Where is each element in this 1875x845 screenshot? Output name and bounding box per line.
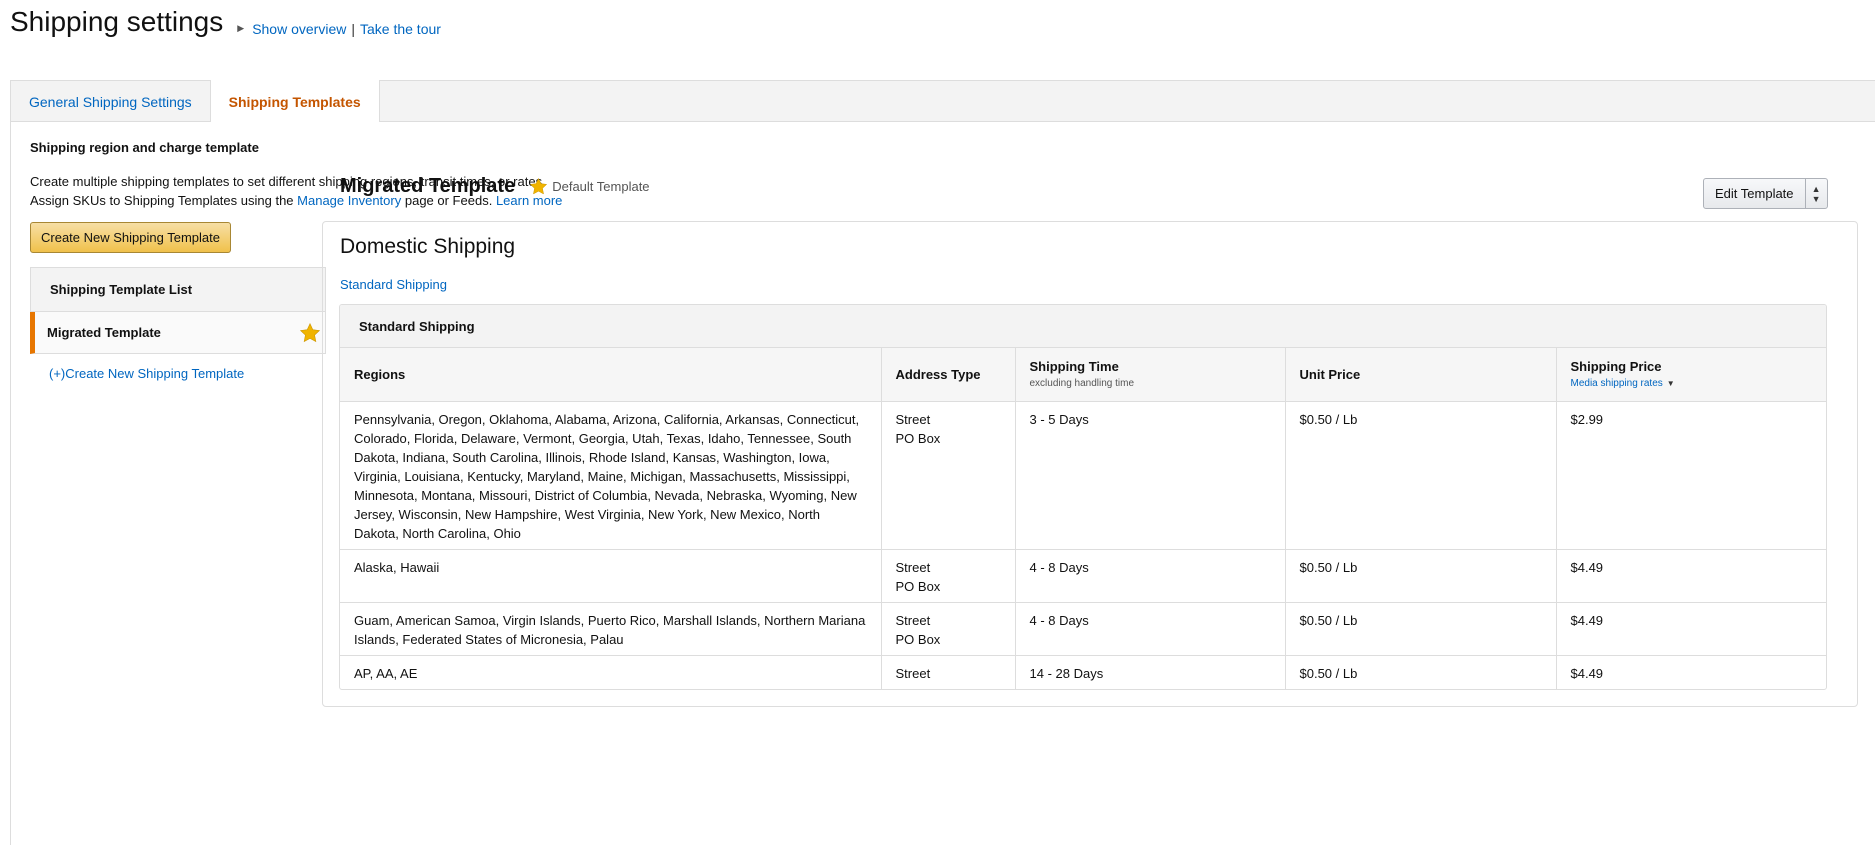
cell-shipping-price: $4.49 xyxy=(1570,665,1604,681)
cell-shipping-price: $2.99 xyxy=(1556,401,1826,550)
caret-down-icon: ▼ xyxy=(1666,379,1675,389)
cell-shipping-time: 4 - 8 Days xyxy=(1015,602,1286,656)
template-title: Migrated Template xyxy=(340,175,516,197)
cell-regions: Alaska, Hawaii xyxy=(340,549,882,603)
cell-address-type: Street PO Box xyxy=(881,549,1016,603)
star-icon xyxy=(299,322,321,342)
cell-shipping-price: $4.49 xyxy=(1556,549,1826,603)
column-header-shipping-price: Shipping Price Media shipping rates ▼ xyxy=(1556,348,1826,402)
template-list-sidebar: Shipping Template List Migrated Template… xyxy=(30,267,326,381)
link-separator: | xyxy=(351,20,355,37)
star-icon xyxy=(530,177,548,195)
domestic-shipping-title: Domestic Shipping xyxy=(340,235,516,258)
sidebar-item-migrated-template[interactable]: Migrated Template xyxy=(30,312,326,354)
cell-unit-price: $0.50 / Lb xyxy=(1285,655,1557,689)
standard-shipping-link[interactable]: Standard Shipping xyxy=(340,277,447,292)
table-caption: Standard Shipping xyxy=(340,305,1826,348)
create-new-template-button[interactable]: Create New Shipping Template xyxy=(30,222,231,253)
cell-regions: Guam, American Samoa, Virgin Islands, Pu… xyxy=(340,602,882,656)
tab-shipping-templates[interactable]: Shipping Templates xyxy=(209,80,380,123)
updown-arrow-icon[interactable]: ▲ ▼ xyxy=(1804,179,1827,208)
shipping-price-header-label: Shipping Price xyxy=(1570,359,1662,375)
shipping-time-header-label: Shipping Time xyxy=(1029,359,1119,375)
table-row: Alaska, Hawaii Street PO Box 4 - 8 Days $… xyxy=(340,549,1826,603)
media-shipping-rates-label: Media shipping rates xyxy=(1570,378,1663,390)
cell-shipping-price: $4.49 xyxy=(1556,602,1826,656)
address-po-box: PO Box xyxy=(895,578,941,594)
cell-regions: Pennsylvania, Oregon, Oklahoma, Alabama,… xyxy=(340,401,882,550)
take-tour-link[interactable]: Take the tour xyxy=(360,21,441,37)
edit-template-button-group: Edit Template ▲ ▼ xyxy=(1703,178,1828,209)
address-type-header-label: Address Type xyxy=(895,366,981,382)
address-street: Street xyxy=(895,411,931,427)
column-header-unit-price: Unit Price xyxy=(1285,348,1557,402)
address-po-box: PO Box xyxy=(895,430,941,446)
intro-line-2-prefix: Assign SKUs to Shipping Templates using … xyxy=(30,193,294,208)
default-template-badge: Default Template xyxy=(529,177,650,196)
triangle-right-icon: ▶ xyxy=(237,23,245,33)
cell-shipping-time: 4 - 8 Days xyxy=(1015,549,1286,603)
template-list-header: Shipping Template List xyxy=(30,267,326,312)
tab-general-shipping-settings[interactable]: General Shipping Settings xyxy=(11,81,210,122)
standard-shipping-table-panel: Standard Shipping Regions Address Type S… xyxy=(339,304,1827,690)
page-header: Shipping settings ▶ Show overview | Take… xyxy=(10,6,441,38)
cell-shipping-time: 3 - 5 Days xyxy=(1015,401,1286,550)
cell-address-type: Street PO Box xyxy=(881,401,1016,550)
column-header-shipping-time: Shipping Time excluding handling time xyxy=(1015,348,1286,402)
cell-regions: AP, AA, AE xyxy=(340,655,882,689)
table-row: Guam, American Samoa, Virgin Islands, Pu… xyxy=(340,602,1826,656)
edit-template-button[interactable]: Edit Template xyxy=(1704,179,1805,208)
address-po-box: PO Box xyxy=(895,631,941,647)
default-template-label: Default Template xyxy=(552,179,650,194)
sidebar-create-template-link[interactable]: (+)Create New Shipping Template xyxy=(49,366,326,381)
shipping-time-subtitle: excluding handling time xyxy=(1029,378,1135,390)
cell-address-type: Street xyxy=(881,655,1016,689)
show-overview-link[interactable]: Show overview xyxy=(252,21,346,37)
section-heading: Shipping region and charge template xyxy=(30,140,259,155)
tab-bar: General Shipping Settings Shipping Templ… xyxy=(10,80,1875,123)
address-street: Street xyxy=(895,559,931,575)
column-header-regions: Regions xyxy=(340,348,882,402)
shipping-rates-table: Regions Address Type Shipping Time exclu… xyxy=(340,348,1826,689)
domestic-shipping-panel: Domestic Shipping Standard Shipping Stan… xyxy=(322,221,1858,707)
sidebar-item-label: Migrated Template xyxy=(47,325,161,340)
page-title: Shipping settings xyxy=(10,6,224,37)
table-row: AP, AA, AE Street 14 - 28 Days $0.50 / L… xyxy=(340,655,1826,689)
address-street: Street xyxy=(895,665,931,681)
regions-header-label: Regions xyxy=(354,366,406,382)
header-links: ▶ Show overview | Take the tour xyxy=(237,21,441,37)
column-header-address-type: Address Type xyxy=(881,348,1016,402)
table-row: Pennsylvania, Oregon, Oklahoma, Alabama,… xyxy=(340,401,1826,550)
media-shipping-rates-dropdown[interactable]: Media shipping rates ▼ xyxy=(1571,378,1815,389)
cell-shipping-time: 14 - 28 Days xyxy=(1015,655,1286,689)
unit-price-header-label: Unit Price xyxy=(1299,366,1361,382)
table-header-row: Regions Address Type Shipping Time exclu… xyxy=(340,348,1826,402)
address-street: Street xyxy=(895,612,931,628)
cell-unit-price: $0.50 / Lb xyxy=(1285,401,1557,550)
cell-address-type: Street PO Box xyxy=(881,602,1016,656)
template-title-row: Migrated Template Default Template xyxy=(340,175,650,198)
cell-unit-price: $0.50 / Lb xyxy=(1285,549,1557,603)
cell-unit-price: $0.50 / Lb xyxy=(1285,602,1557,656)
